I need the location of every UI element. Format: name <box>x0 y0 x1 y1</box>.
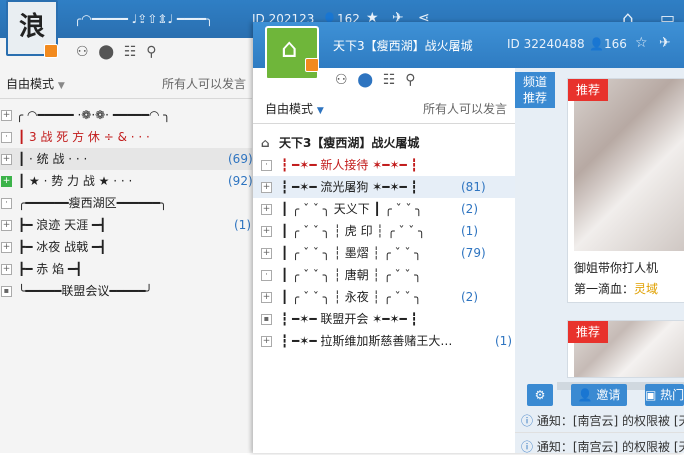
front-channel-list: ⌂ 天下3【瘦西湖】战火屠城 · ┇ ━✶━ 新人接待 ✶━✶━ ┇ + ┇ ━… <box>253 132 515 352</box>
favorite-star-icon[interactable]: ☆ <box>635 35 648 51</box>
chevron-down-icon: ▼ <box>316 106 324 116</box>
list-item[interactable]: + ┇ ━✶━ 流光屠狗 ✶━✶━ ┇ (81) <box>253 176 515 198</box>
recommend-tag: 推荐 <box>568 321 609 343</box>
list-item[interactable]: + ┣━ 浪迹 天涯 ━┫ (1) <box>0 214 252 236</box>
expand-icon[interactable]: · <box>1 132 12 143</box>
list-item[interactable]: + ┃ · 统 战 · · · (69) <box>0 148 253 170</box>
expand-icon[interactable]: · <box>1 198 12 209</box>
expand-icon[interactable]: + <box>1 220 12 231</box>
list-item[interactable]: + ┃ ╭ ˇ ˇ ╮ ┆ 永夜 ┆ ╭ ˇ ˇ ╮ (2) <box>253 286 515 308</box>
expand-icon[interactable]: + <box>261 204 272 215</box>
notice-line: ⓘ 通知：[南宫云] 的权限被 [天 <box>521 414 684 428</box>
hot-icon: ▣ <box>645 388 657 402</box>
settings-button[interactable]: ⚙ <box>527 384 553 406</box>
expand-icon[interactable]: · <box>261 270 272 281</box>
search-icon[interactable]: ⚲ <box>146 44 156 60</box>
speak-rule: 所有人可以发言 <box>422 102 507 116</box>
expand-icon[interactable]: · <box>261 160 272 171</box>
recommend-tag: 推荐 <box>568 79 609 101</box>
chevron-down-icon: ▼ <box>57 81 65 91</box>
list-item[interactable]: + ┣━ 冰夜 战戟 ━┫ <box>0 236 252 258</box>
list-item[interactable]: + ┃ ╭ ˇ ˇ ╮ ┆ 虎 印 ┆ ╭ ˇ ˇ ╮ (1) <box>253 220 515 242</box>
recommend-photo <box>574 79 684 251</box>
back-mode-bar: 自由模式 ▼ 所有人可以发言 <box>6 73 246 95</box>
mode-select[interactable]: 自由模式 ▼ <box>265 102 324 116</box>
notes-icon[interactable]: ☷ <box>383 72 396 88</box>
list-item[interactable]: · ┃ 3 战 死 方 休 ÷ & · · · <box>0 126 252 148</box>
location-icon[interactable]: ⬤ <box>357 72 373 88</box>
info-icon: ⓘ <box>521 414 534 428</box>
notes-icon[interactable]: ☷ <box>124 44 137 60</box>
front-toolbar: ⚇ ⬤ ☷ ⚲ <box>335 72 416 88</box>
mode-select[interactable]: 自由模式 ▼ <box>6 77 65 91</box>
list-item[interactable]: + ┣━ 赤 焰 ━┫ <box>0 258 252 280</box>
expand-icon[interactable]: + <box>261 248 272 259</box>
recommend-card[interactable]: 推荐 <box>567 320 684 378</box>
list-item[interactable]: ▪ ┇ ━✶━ 联盟开会 ✶━✶━ ┇ <box>253 308 515 330</box>
info-icon: ⓘ <box>521 440 534 454</box>
back-toolbar: ⚇ ⬤ ☷ ⚲ <box>76 44 157 60</box>
root-channel[interactable]: ⌂ 天下3【瘦西湖】战火屠城 <box>253 132 515 154</box>
user-icon: 👤 <box>589 37 604 51</box>
expand-icon[interactable]: + <box>261 292 272 303</box>
expand-icon[interactable]: + <box>1 264 12 275</box>
expand-icon[interactable]: + <box>1 154 12 165</box>
divider <box>0 98 252 99</box>
list-item[interactable]: + ┃ ╭ ˇ ˇ ╮ ┆ 墨熠 ┆ ╭ ˇ ˇ ╮ (79) <box>253 242 515 264</box>
user-count: 👤166 <box>589 37 627 51</box>
front-window: 天下3【瘦西湖】战火屠城 ID 32240488 👤166 ☆ ✈ ⌂ ⚇ ⬤ … <box>253 22 684 454</box>
invite-button[interactable]: 👤 邀请 <box>571 384 627 406</box>
recommend-caption: 御姐带你打人机 <box>574 261 659 275</box>
list-item[interactable]: + ┇ ━✶━ 拉斯维加斯慈善赌王大… (1) <box>253 330 515 352</box>
search-icon[interactable]: ⚲ <box>405 72 415 88</box>
list-item[interactable]: + ┃ ╭ ˇ ˇ ╮ 天义下 ┃ ╭ ˇ ˇ ╮ (2) <box>253 198 515 220</box>
expand-icon[interactable]: + <box>261 336 272 347</box>
location-icon[interactable]: ⬤ <box>98 44 114 60</box>
lock-icon: ▪ <box>1 286 12 297</box>
gear-icon: ⚙ <box>534 388 546 402</box>
list-item[interactable]: + ┃ ★ · 势 力 战 ★ · · · (92) <box>0 170 253 192</box>
notice-line: ⓘ 通知：[南宫云] 的权限被 [天 <box>521 440 684 454</box>
logo-badge <box>305 58 319 72</box>
channel-recommend-tab[interactable]: 频道推荐 <box>515 72 555 108</box>
channel-id: ID 32240488 <box>507 37 585 51</box>
expand-icon[interactable]: + <box>1 110 12 121</box>
home-icon: ⌂ <box>261 136 270 150</box>
expand-icon[interactable]: + <box>1 176 12 187</box>
divider <box>253 123 515 124</box>
house-icon: ⌂ <box>281 34 298 64</box>
list-item[interactable]: + ╭ ◠━━━━━ ·❁·❁· ━━━━━◠ ╮ <box>0 104 252 126</box>
logo-badge <box>44 44 58 58</box>
hot-button[interactable]: ▣ 热门 <box>645 384 684 406</box>
recommend-card[interactable]: 推荐 御姐带你打人机 第一滴血：灵域 <box>567 78 684 303</box>
speak-rule: 所有人可以发言 <box>161 77 246 91</box>
airplane-icon[interactable]: ✈ <box>659 35 671 51</box>
list-item[interactable]: ▪ ╰━━━━━联盟会议━━━━━╯ <box>0 280 252 302</box>
user-settings-icon[interactable]: ⚇ <box>76 44 89 60</box>
header-decoration: ╭◠━━━━━ ♩⇪⇧⇭♩ ━━━━╮ <box>74 12 214 26</box>
lock-icon: ▪ <box>261 314 272 325</box>
expand-icon[interactable]: + <box>1 242 12 253</box>
recommend-sub: 第一滴血：灵域 <box>574 282 659 296</box>
list-item[interactable]: · ┇ ━✶━ 新人接待 ✶━✶━ ┇ <box>253 154 515 176</box>
invite-icon: 👤 <box>577 388 593 402</box>
divider <box>515 432 684 433</box>
channel-title: 天下3【瘦西湖】战火屠城 <box>333 39 473 53</box>
expand-icon[interactable]: + <box>261 182 272 193</box>
list-item[interactable]: · ╭━━━━━━瘦西湖区━━━━━━╮ <box>0 192 252 214</box>
front-mode-bar: 自由模式 ▼ 所有人可以发言 <box>265 98 507 120</box>
expand-icon[interactable]: + <box>261 226 272 237</box>
back-channel-list: + ╭ ◠━━━━━ ·❁·❁· ━━━━━◠ ╮ · ┃ 3 战 死 方 休 … <box>0 104 253 302</box>
user-settings-icon[interactable]: ⚇ <box>335 72 348 88</box>
list-item[interactable]: · ┃ ╭ ˇ ˇ ╮ ┆ 唐朝 ┆ ╭ ˇ ˇ ╮ <box>253 264 515 286</box>
